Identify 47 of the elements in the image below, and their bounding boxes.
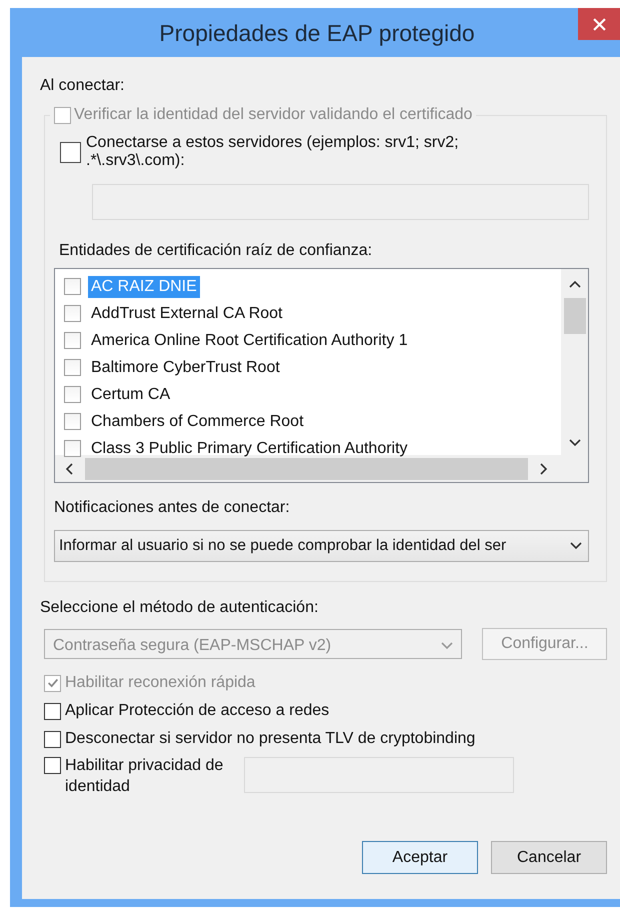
dialog-button[interactable]: Aceptar <box>362 841 478 874</box>
checkbox-label: Aplicar Protección de acceso a redes <box>65 702 330 720</box>
checkmark-icon <box>46 676 60 690</box>
close-button[interactable] <box>578 8 620 40</box>
list-item[interactable]: Certum CA <box>88 384 174 406</box>
checkbox-label: Desconectar si servidor no presenta TLV de cryptobinding <box>65 730 476 748</box>
notifications-label: Notificaciones antes de conectar: <box>54 499 291 518</box>
window-title: Propiedades de EAP protegido <box>159 20 475 47</box>
close-icon <box>592 18 606 30</box>
list-label: Entidades de certificación raíz de confianza: <box>59 242 374 261</box>
scroll-left-icon[interactable] <box>65 462 73 474</box>
certificate-list[interactable]: AC RAIZ DNIE AddTrust External CA Root America Online Root Certification Authority 1 Baltimore CyberTrust Root Certum CA Chambers of Commerce Root Class 3 Public Primary Certification Authority <box>54 268 589 483</box>
notifications-dropdown[interactable]: Informar al usuario si no se puede comprobar la identidad del ser <box>54 530 589 562</box>
chevron-down-icon <box>441 642 454 650</box>
checkbox[interactable] <box>64 413 81 430</box>
list-item[interactable]: America Online Root Certification Authority 1 <box>88 330 411 352</box>
list-item[interactable]: Chambers of Commerce Root <box>88 410 307 432</box>
checkbox[interactable] <box>44 757 61 774</box>
checkbox-label: Verificar la identidad del servidor validando el certificado <box>74 106 472 124</box>
section-label: Al conectar: <box>40 77 126 96</box>
checkbox[interactable] <box>64 359 81 376</box>
checkbox[interactable] <box>64 440 81 457</box>
checkbox[interactable] <box>64 386 81 403</box>
servers-input-field[interactable] <box>92 184 589 220</box>
list-item[interactable]: Baltimore CyberTrust Root <box>88 356 283 378</box>
scroll-up-icon[interactable] <box>568 280 580 288</box>
horizontal-scrollbar[interactable] <box>55 455 588 482</box>
checkbox[interactable] <box>64 305 81 322</box>
scroll-right-icon[interactable] <box>540 462 548 474</box>
scrollbar-thumb[interactable] <box>564 298 586 334</box>
checkbox[interactable] <box>64 332 81 349</box>
checkbox[interactable] <box>64 278 81 295</box>
auth-method-label: Seleccione el método de autenticación: <box>40 599 320 618</box>
checkbox-label: Habilitar privacidad de identidad <box>65 756 224 797</box>
scrollbar-thumb[interactable] <box>85 458 528 480</box>
checkbox[interactable] <box>60 142 81 163</box>
identity-input-field[interactable] <box>244 757 514 793</box>
vertical-scrollbar[interactable] <box>561 269 588 455</box>
checkbox[interactable] <box>44 730 61 748</box>
checkbox[interactable] <box>44 702 61 720</box>
dialog-button[interactable]: Cancelar <box>491 841 607 874</box>
checkbox-label: Habilitar reconexión rápida <box>65 674 256 692</box>
scroll-down-icon[interactable] <box>568 439 580 447</box>
chevron-down-icon <box>570 542 582 550</box>
list-item[interactable]: Class 3 Public Primary Certification Authority <box>88 438 411 460</box>
list-item[interactable]: AddTrust External CA Root <box>88 302 286 324</box>
checkbox-label: Conectarse a estos servidores (ejemplos: srv1; srv2; .*\.srv3\.com): <box>86 134 460 170</box>
